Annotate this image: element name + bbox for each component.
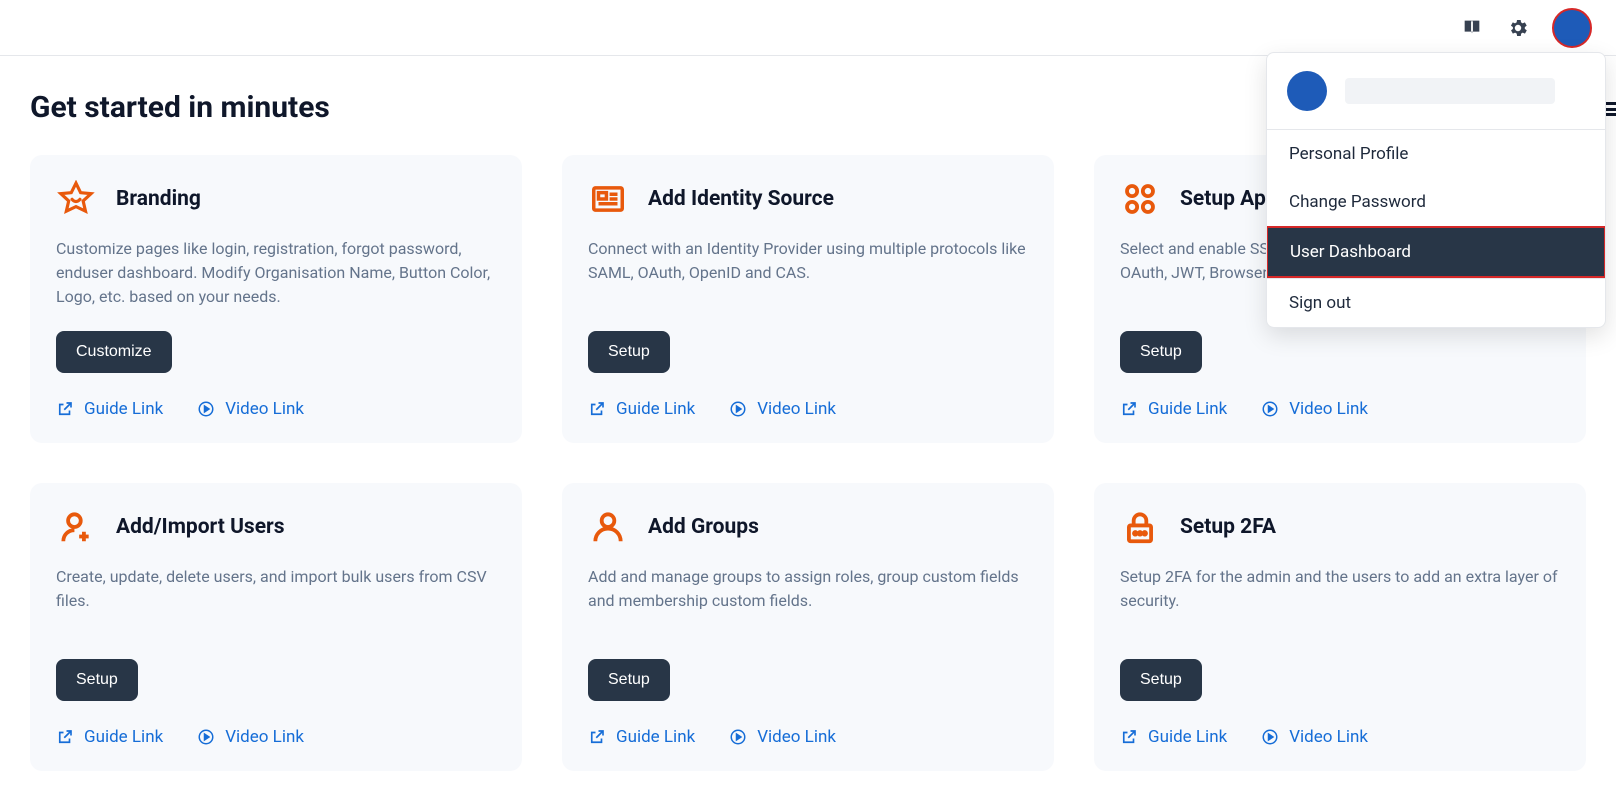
guide-link[interactable]: Guide Link xyxy=(1120,399,1227,419)
video-link[interactable]: Video Link xyxy=(197,399,304,419)
play-circle-icon xyxy=(197,728,215,746)
video-link[interactable]: Video Link xyxy=(1261,399,1368,419)
guide-link[interactable]: Guide Link xyxy=(588,399,695,419)
book-icon[interactable] xyxy=(1460,16,1484,40)
customize-button[interactable]: Customize xyxy=(56,331,172,373)
play-circle-icon xyxy=(729,400,747,418)
card-title: Add/Import Users xyxy=(116,515,285,539)
guide-link-label: Guide Link xyxy=(1148,727,1227,747)
video-link-label: Video Link xyxy=(757,727,836,747)
video-link-label: Video Link xyxy=(225,399,304,419)
topbar xyxy=(0,0,1616,56)
card-identity-source: Add Identity Source Connect with an Iden… xyxy=(562,155,1054,443)
user-menu-header xyxy=(1267,53,1605,130)
card-desc: Customize pages like login, registration… xyxy=(56,237,496,309)
user-icon xyxy=(588,507,628,547)
guide-link-label: Guide Link xyxy=(616,399,695,419)
apps-icon xyxy=(1120,179,1160,219)
card-desc: Connect with an Identity Provider using … xyxy=(588,237,1028,309)
card-title: Add Identity Source xyxy=(648,187,834,211)
card-header: Add Groups xyxy=(588,507,1028,547)
card-links: Guide Link Video Link xyxy=(588,399,1028,419)
gear-icon[interactable] xyxy=(1506,16,1530,40)
menu-item-sign-out[interactable]: Sign out xyxy=(1267,279,1605,327)
lock-icon xyxy=(1120,507,1160,547)
card-desc: Setup 2FA for the admin and the users to… xyxy=(1120,565,1560,637)
video-link-label: Video Link xyxy=(1289,727,1368,747)
id-card-icon xyxy=(588,179,628,219)
card-links: Guide Link Video Link xyxy=(1120,727,1560,747)
video-link-label: Video Link xyxy=(225,727,304,747)
card-header: Setup 2FA xyxy=(1120,507,1560,547)
video-link[interactable]: Video Link xyxy=(729,399,836,419)
star-icon xyxy=(56,179,96,219)
user-menu: Personal Profile Change Password User Da… xyxy=(1266,52,1606,328)
guide-link[interactable]: Guide Link xyxy=(56,399,163,419)
setup-button[interactable]: Setup xyxy=(1120,331,1202,373)
avatar[interactable] xyxy=(1552,8,1592,48)
external-link-icon xyxy=(588,728,606,746)
user-plus-icon xyxy=(56,507,96,547)
card-links: Guide Link Video Link xyxy=(1120,399,1560,419)
menu-item-change-password[interactable]: Change Password xyxy=(1267,178,1605,226)
external-link-icon xyxy=(56,728,74,746)
play-circle-icon xyxy=(197,400,215,418)
external-link-icon xyxy=(588,400,606,418)
card-header: Add Identity Source xyxy=(588,179,1028,219)
setup-button[interactable]: Setup xyxy=(56,659,138,701)
card-title: Branding xyxy=(116,187,201,211)
avatar-icon xyxy=(1287,71,1327,111)
guide-link-label: Guide Link xyxy=(1148,399,1227,419)
setup-button[interactable]: Setup xyxy=(588,331,670,373)
card-branding: Branding Customize pages like login, reg… xyxy=(30,155,522,443)
guide-link-label: Guide Link xyxy=(84,727,163,747)
card-setup-2fa: Setup 2FA Setup 2FA for the admin and th… xyxy=(1094,483,1586,771)
external-link-icon xyxy=(1120,400,1138,418)
video-link-label: Video Link xyxy=(757,399,836,419)
guide-link[interactable]: Guide Link xyxy=(56,727,163,747)
card-title: Setup 2FA xyxy=(1180,515,1276,539)
video-link[interactable]: Video Link xyxy=(197,727,304,747)
guide-link[interactable]: Guide Link xyxy=(1120,727,1227,747)
setup-button[interactable]: Setup xyxy=(588,659,670,701)
card-header: Add/Import Users xyxy=(56,507,496,547)
card-title: Add Groups xyxy=(648,515,759,539)
card-links: Guide Link Video Link xyxy=(56,727,496,747)
user-menu-name-placeholder xyxy=(1345,78,1555,104)
guide-link-label: Guide Link xyxy=(84,399,163,419)
setup-button[interactable]: Setup xyxy=(1120,659,1202,701)
card-title: Setup App xyxy=(1180,187,1278,211)
menu-item-personal-profile[interactable]: Personal Profile xyxy=(1267,130,1605,178)
video-link-label: Video Link xyxy=(1289,399,1368,419)
play-circle-icon xyxy=(1261,400,1279,418)
card-add-groups: Add Groups Add and manage groups to assi… xyxy=(562,483,1054,771)
external-link-icon xyxy=(1120,728,1138,746)
play-circle-icon xyxy=(729,728,747,746)
video-link[interactable]: Video Link xyxy=(1261,727,1368,747)
video-link[interactable]: Video Link xyxy=(729,727,836,747)
card-desc: Create, update, delete users, and import… xyxy=(56,565,496,637)
guide-link-label: Guide Link xyxy=(616,727,695,747)
menu-item-user-dashboard[interactable]: User Dashboard xyxy=(1266,226,1606,278)
card-desc: Add and manage groups to assign roles, g… xyxy=(588,565,1028,637)
card-add-users: Add/Import Users Create, update, delete … xyxy=(30,483,522,771)
play-circle-icon xyxy=(1261,728,1279,746)
card-header: Branding xyxy=(56,179,496,219)
card-links: Guide Link Video Link xyxy=(588,727,1028,747)
card-links: Guide Link Video Link xyxy=(56,399,496,419)
guide-link[interactable]: Guide Link xyxy=(588,727,695,747)
external-link-icon xyxy=(56,400,74,418)
